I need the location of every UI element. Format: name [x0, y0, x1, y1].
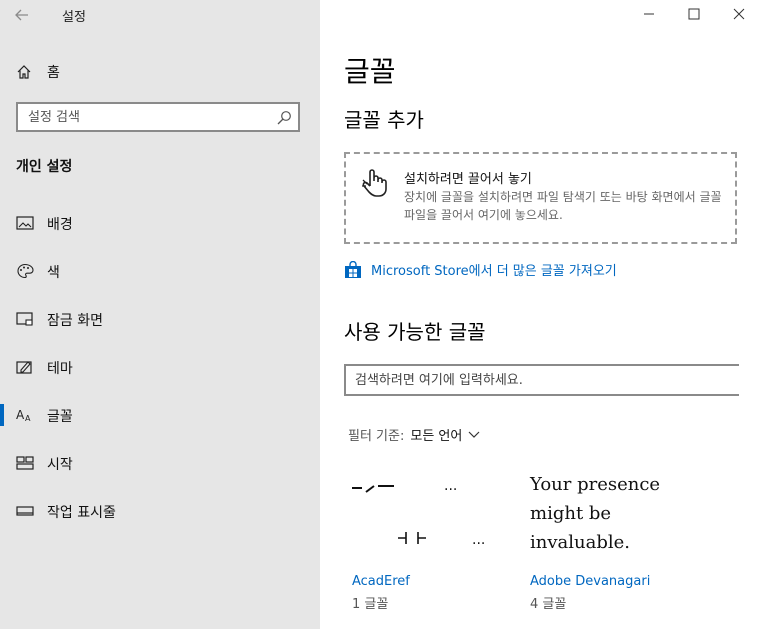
taskbar-icon — [16, 506, 34, 516]
page-title: 글꼴 — [344, 55, 396, 88]
maximize-icon — [688, 8, 700, 20]
font-count: 1 글꼴 — [352, 597, 389, 612]
svg-text:A: A — [16, 408, 25, 422]
sidebar-item-label: 색 — [47, 265, 60, 281]
store-bag-icon — [345, 260, 361, 278]
minimize-icon — [644, 13, 654, 15]
minimize-button[interactable] — [639, 6, 659, 26]
store-link-label: Microsoft Store에서 더 많은 글꼴 가져오기 — [371, 264, 617, 279]
home-label: 홈 — [47, 65, 60, 81]
font-name: AcadEref — [352, 574, 410, 589]
sidebar-item-color[interactable]: 색 — [0, 253, 320, 289]
font-preview-dots: ... — [444, 478, 458, 494]
sidebar-item-taskbar[interactable]: 작업 표시줄 — [0, 493, 320, 529]
language-filter[interactable]: 필터 기준: 모든 언어 — [348, 425, 480, 444]
drop-zone-description: 장치에 글꼴을 설치하려면 파일 탐색기 또는 바탕 화면에서 글꼴 파일을 끌… — [404, 190, 722, 222]
main-panel: 글꼴 글꼴 추가 설치하려면 끌어서 놓기 장치에 글꼴을 설치하려면 파일 탐… — [320, 0, 761, 629]
home-icon — [17, 65, 31, 79]
close-button[interactable] — [729, 6, 749, 26]
font-count: 4 글꼴 — [530, 597, 567, 612]
image-icon — [16, 216, 34, 230]
font-name: Adobe Devanagari — [530, 574, 651, 589]
settings-search[interactable] — [16, 102, 300, 132]
font-search-input[interactable] — [346, 366, 735, 394]
search-icon[interactable] — [276, 110, 292, 126]
font-preview-dots: ... — [472, 532, 486, 548]
section-title: 개인 설정 — [16, 159, 73, 175]
start-icon — [16, 456, 34, 470]
app-title: 설정 — [62, 10, 86, 25]
sidebar-item-label: 시작 — [47, 457, 73, 473]
font-icon: A A — [16, 408, 31, 423]
filter-label: 필터 기준: — [348, 429, 405, 444]
sidebar-item-start[interactable]: 시작 — [0, 445, 320, 481]
preview-line: might be — [530, 503, 612, 524]
sidebar-item-label: 배경 — [47, 217, 73, 233]
settings-search-input[interactable] — [18, 104, 278, 130]
drop-zone-title: 설치하려면 끌어서 놓기 — [404, 172, 532, 187]
svg-text:A: A — [25, 414, 31, 423]
theme-icon — [16, 361, 32, 374]
sidebar-item-label: 글꼴 — [47, 409, 73, 425]
sidebar: 설정 홈 개인 설정 배경 색 잠금 화면 — [0, 0, 320, 629]
hand-pointer-icon — [362, 169, 387, 197]
active-indicator — [0, 404, 4, 426]
sidebar-item-theme[interactable]: 테마 — [0, 349, 320, 385]
sidebar-item-lock-screen[interactable]: 잠금 화면 — [0, 301, 320, 337]
sidebar-item-home[interactable]: 홈 — [16, 60, 60, 84]
sidebar-item-background[interactable]: 배경 — [0, 205, 320, 241]
back-arrow-icon — [15, 9, 28, 21]
add-fonts-title: 글꼴 추가 — [344, 108, 424, 132]
font-search[interactable] — [344, 364, 739, 396]
font-preview-text: Your presence might be invaluable. — [530, 470, 670, 557]
close-icon — [733, 8, 745, 20]
filter-value: 모든 언어 — [410, 429, 463, 444]
back-button[interactable] — [10, 4, 34, 26]
sidebar-item-label: 작업 표시줄 — [47, 505, 116, 521]
store-link[interactable]: Microsoft Store에서 더 많은 글꼴 가져오기 — [344, 260, 617, 279]
sidebar-item-label: 잠금 화면 — [47, 313, 103, 329]
lock-screen-icon — [16, 312, 33, 326]
preview-line: invaluable. — [530, 532, 630, 553]
available-fonts-title: 사용 가능한 글꼴 — [344, 320, 486, 344]
palette-icon — [17, 263, 34, 279]
chevron-down-icon — [468, 431, 480, 438]
font-drop-zone[interactable]: 설치하려면 끌어서 놓기 장치에 글꼴을 설치하려면 파일 탐색기 또는 바탕 … — [344, 152, 737, 244]
sidebar-item-label: 테마 — [47, 361, 73, 377]
maximize-button[interactable] — [684, 6, 704, 26]
preview-line: Your presence — [530, 474, 661, 495]
sidebar-item-fonts[interactable]: A A 글꼴 — [0, 397, 320, 433]
